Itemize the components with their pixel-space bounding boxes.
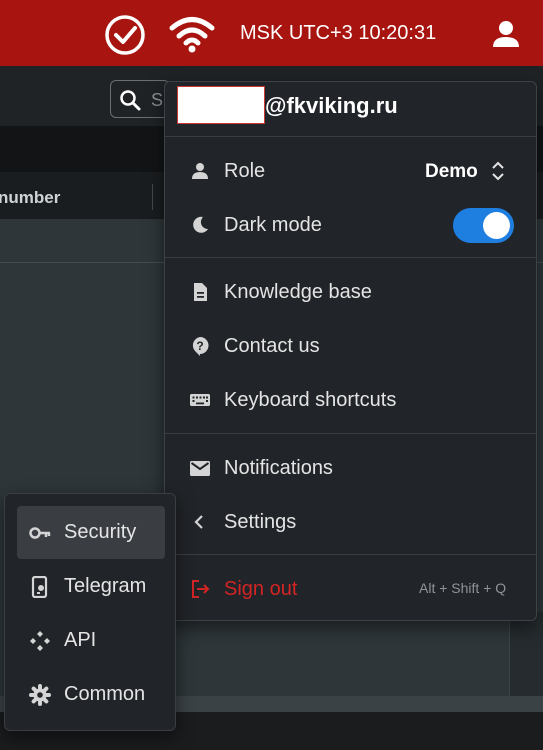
menu-item-dark-mode[interactable]: Dark mode bbox=[165, 202, 536, 248]
phone-icon bbox=[31, 576, 48, 598]
svg-text:?: ? bbox=[196, 339, 203, 353]
submenu-item-api[interactable]: API bbox=[17, 614, 165, 667]
column-separator bbox=[152, 184, 153, 210]
sign-out-label: Sign out bbox=[224, 578, 298, 600]
menu-item-notifications[interactable]: Notifications bbox=[165, 445, 536, 491]
search-placeholder: S bbox=[151, 90, 164, 110]
menu-item-label: Knowledge base bbox=[224, 281, 372, 303]
menu-divider bbox=[165, 136, 536, 137]
submenu-item-label: Common bbox=[64, 683, 146, 705]
chevron-left-icon bbox=[194, 515, 203, 529]
person-icon bbox=[192, 163, 208, 179]
menu-item-role[interactable]: Role Demo bbox=[165, 148, 536, 194]
menu-divider bbox=[165, 257, 536, 258]
menu-item-label: Settings bbox=[224, 511, 297, 533]
check-circle-icon[interactable] bbox=[104, 14, 146, 56]
user-icon[interactable] bbox=[490, 18, 522, 50]
search-input[interactable]: S bbox=[110, 80, 170, 118]
sign-out-shortcut: Alt + Shift + Q bbox=[419, 580, 507, 596]
toggle-knob bbox=[483, 212, 510, 239]
dark-mode-toggle[interactable] bbox=[453, 208, 514, 243]
settings-submenu: Security Telegram API Common bbox=[4, 493, 176, 731]
moon-icon bbox=[193, 216, 208, 233]
document-icon bbox=[194, 283, 207, 301]
account-email: @fkviking.ru bbox=[265, 93, 398, 118]
submenu-item-label: Telegram bbox=[64, 575, 147, 597]
dark-mode-label: Dark mode bbox=[224, 214, 322, 236]
menu-divider bbox=[165, 554, 536, 555]
role-value[interactable]: Demo bbox=[425, 161, 478, 183]
sort-arrows-icon[interactable] bbox=[490, 160, 506, 182]
key-icon bbox=[29, 527, 51, 539]
submenu-item-security[interactable]: Security bbox=[17, 506, 165, 559]
top-status-bar: MSK UTC+3 10:20:31 bbox=[0, 0, 543, 66]
clock-text: MSK UTC+3 10:20:31 bbox=[240, 22, 437, 44]
menu-item-keyboard-shortcuts[interactable]: Keyboard shortcuts bbox=[165, 377, 536, 423]
account-header: @fkviking.ru bbox=[165, 82, 536, 136]
submenu-item-label: Security bbox=[64, 521, 137, 543]
menu-item-settings[interactable]: Settings bbox=[165, 499, 536, 545]
menu-item-label: Keyboard shortcuts bbox=[224, 389, 397, 411]
submenu-item-telegram[interactable]: Telegram bbox=[17, 560, 165, 613]
keyboard-icon bbox=[190, 394, 210, 406]
mail-icon bbox=[190, 461, 210, 476]
api-icon bbox=[30, 631, 50, 651]
menu-divider bbox=[165, 433, 536, 434]
menu-item-contact-us[interactable]: ? Contact us bbox=[165, 323, 536, 369]
menu-item-label: Contact us bbox=[224, 335, 320, 357]
menu-item-sign-out[interactable]: Sign out Alt + Shift + Q bbox=[165, 566, 536, 612]
submenu-item-label: API bbox=[64, 629, 97, 651]
submenu-item-common[interactable]: Common bbox=[17, 668, 165, 721]
wifi-icon[interactable] bbox=[169, 14, 215, 54]
search-icon bbox=[120, 90, 141, 111]
help-icon: ? bbox=[192, 337, 209, 356]
menu-item-label: Notifications bbox=[224, 457, 333, 479]
gear-icon bbox=[29, 684, 51, 706]
role-label: Role bbox=[224, 160, 266, 182]
sign-out-icon bbox=[192, 580, 210, 598]
account-menu: @fkviking.ru Role Demo Dark mode Knowled… bbox=[164, 81, 537, 621]
column-header[interactable]: number bbox=[0, 188, 60, 208]
menu-item-knowledge-base[interactable]: Knowledge base bbox=[165, 269, 536, 315]
redacted-username bbox=[177, 86, 265, 124]
